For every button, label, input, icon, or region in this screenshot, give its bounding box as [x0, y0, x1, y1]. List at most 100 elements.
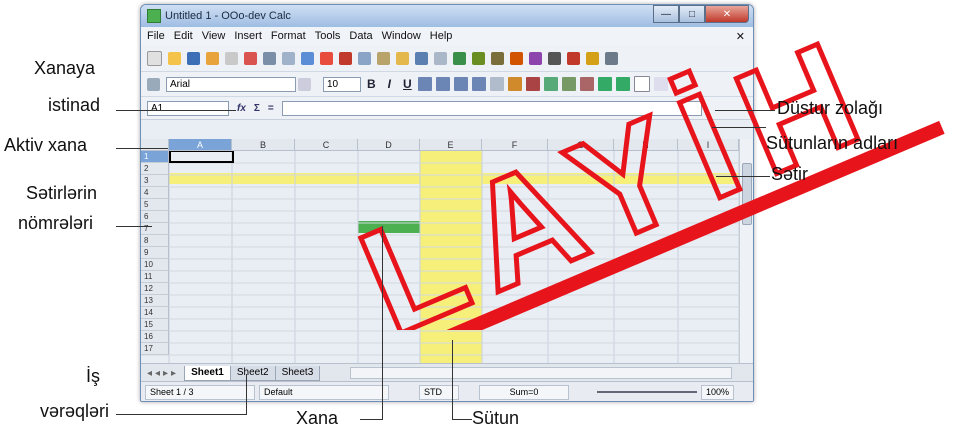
copy-icon[interactable] — [358, 51, 371, 65]
align-center-icon[interactable] — [435, 77, 450, 91]
row-header-16[interactable]: 16 — [141, 331, 169, 343]
column-header-a[interactable]: A — [169, 139, 232, 151]
horizontal-scrollbar[interactable] — [350, 367, 733, 379]
spellcheck-icon[interactable] — [301, 51, 314, 65]
indent-increase-icon[interactable] — [615, 77, 630, 91]
row-header-5[interactable]: 5 — [141, 199, 169, 211]
name-box[interactable]: A1 — [147, 100, 229, 116]
status-selection-mode[interactable]: STD — [419, 384, 459, 400]
cut-icon[interactable] — [339, 51, 352, 65]
menu-window[interactable]: Window — [382, 30, 421, 42]
currency-icon[interactable] — [507, 77, 522, 91]
function-icon[interactable]: = — [268, 103, 274, 114]
edit-file-icon[interactable] — [225, 51, 238, 65]
column-header-d[interactable]: D — [358, 139, 420, 151]
merge-cells-icon[interactable] — [489, 77, 504, 91]
row-header-15[interactable]: 15 — [141, 319, 169, 331]
menu-format[interactable]: Format — [271, 30, 306, 42]
justify-icon[interactable] — [471, 77, 486, 91]
borders-icon[interactable] — [633, 76, 650, 92]
menu-data[interactable]: Data — [349, 30, 372, 42]
row-header-9[interactable]: 9 — [141, 247, 169, 259]
align-left-icon[interactable] — [417, 77, 432, 91]
column-header-f[interactable]: F — [482, 139, 548, 151]
undo-icon[interactable] — [415, 51, 428, 65]
corner-select-all[interactable] — [141, 139, 169, 151]
formula-input[interactable] — [281, 100, 702, 116]
row-header-14[interactable]: 14 — [141, 307, 169, 319]
row-header-6[interactable]: 6 — [141, 211, 169, 223]
active-cell-a1[interactable] — [169, 150, 234, 163]
underline-button[interactable]: U — [403, 77, 412, 91]
sheet-tab-1[interactable]: Sheet1 — [184, 365, 231, 381]
add-decimal-icon[interactable] — [561, 77, 576, 91]
draw-functions-icon[interactable] — [529, 51, 542, 65]
zoom-slider[interactable] — [597, 391, 697, 393]
hyperlink-icon[interactable] — [453, 51, 466, 65]
redo-icon[interactable] — [434, 51, 447, 65]
column-header-b[interactable]: B — [232, 139, 295, 151]
paste-icon[interactable] — [377, 51, 390, 65]
font-name-box[interactable]: Arial — [166, 76, 296, 92]
maximize-button[interactable]: □ — [679, 5, 705, 23]
column-header-e[interactable]: E — [420, 139, 482, 151]
column-header-i[interactable]: I — [678, 139, 739, 151]
export-pdf-icon[interactable] — [244, 51, 257, 65]
menu-help[interactable]: Help — [430, 30, 453, 42]
clone-formatting-icon[interactable] — [396, 51, 409, 65]
insert-chart-icon[interactable] — [510, 51, 523, 65]
new-document-icon[interactable] — [147, 50, 162, 66]
function-wizard-icon[interactable]: fx — [237, 103, 246, 114]
row-header-13[interactable]: 13 — [141, 295, 169, 307]
indent-decrease-icon[interactable] — [597, 77, 612, 91]
column-header-h[interactable]: H — [614, 139, 678, 151]
gallery-icon[interactable] — [586, 51, 599, 65]
italic-button[interactable]: I — [388, 77, 391, 91]
vertical-scroll-thumb[interactable] — [742, 163, 752, 225]
bold-button[interactable]: B — [367, 77, 376, 91]
vertical-scrollbar[interactable] — [739, 139, 752, 363]
sort-ascending-icon[interactable] — [472, 51, 485, 65]
menu-file[interactable]: File — [147, 30, 165, 42]
font-name-dropdown-icon[interactable] — [298, 77, 311, 91]
open-icon[interactable] — [168, 51, 181, 65]
row-header-11[interactable]: 11 — [141, 271, 169, 283]
navigator-icon[interactable] — [567, 51, 580, 65]
email-icon[interactable] — [206, 51, 219, 65]
standard-format-icon[interactable] — [543, 77, 558, 91]
autospellcheck-icon[interactable] — [320, 51, 333, 65]
menu-edit[interactable]: Edit — [174, 30, 193, 42]
data-sources-icon[interactable] — [605, 51, 618, 65]
print-icon[interactable] — [263, 51, 276, 65]
status-zoom[interactable]: 100% — [701, 384, 735, 400]
sort-descending-icon[interactable] — [491, 51, 504, 65]
font-size-box[interactable]: 10 — [323, 76, 361, 92]
page-preview-icon[interactable] — [282, 51, 295, 65]
background-color-icon[interactable] — [653, 77, 668, 91]
delete-decimal-icon[interactable] — [579, 77, 594, 91]
close-button[interactable]: ✕ — [705, 5, 749, 23]
row-header-2[interactable]: 2 — [141, 163, 169, 175]
menu-tools[interactable]: Tools — [315, 30, 341, 42]
row-header-4[interactable]: 4 — [141, 187, 169, 199]
percent-icon[interactable] — [525, 77, 540, 91]
menu-insert[interactable]: Insert — [234, 30, 262, 42]
styles-icon[interactable] — [147, 77, 160, 91]
menu-view[interactable]: View — [202, 30, 226, 42]
column-header-c[interactable]: C — [295, 139, 358, 151]
sheet-tab-3[interactable]: Sheet3 — [274, 365, 321, 381]
sum-icon[interactable]: Σ — [254, 103, 260, 114]
row-header-1[interactable]: 1 — [141, 151, 169, 163]
save-icon[interactable] — [187, 51, 200, 65]
row-header-3[interactable]: 3 — [141, 175, 169, 187]
column-header-g[interactable]: G — [548, 139, 614, 151]
row-header-7[interactable]: 7 — [141, 223, 169, 235]
minimize-button[interactable]: — — [653, 5, 679, 23]
align-right-icon[interactable] — [453, 77, 468, 91]
document-close-icon[interactable]: ✕ — [736, 30, 745, 43]
row-header-12[interactable]: 12 — [141, 283, 169, 295]
sheet-tab-2[interactable]: Sheet2 — [229, 365, 276, 381]
row-header-17[interactable]: 17 — [141, 343, 169, 355]
find-icon[interactable] — [548, 51, 561, 65]
sheet-nav-arrows-icon[interactable]: ◂◂▸▸ — [147, 368, 179, 379]
